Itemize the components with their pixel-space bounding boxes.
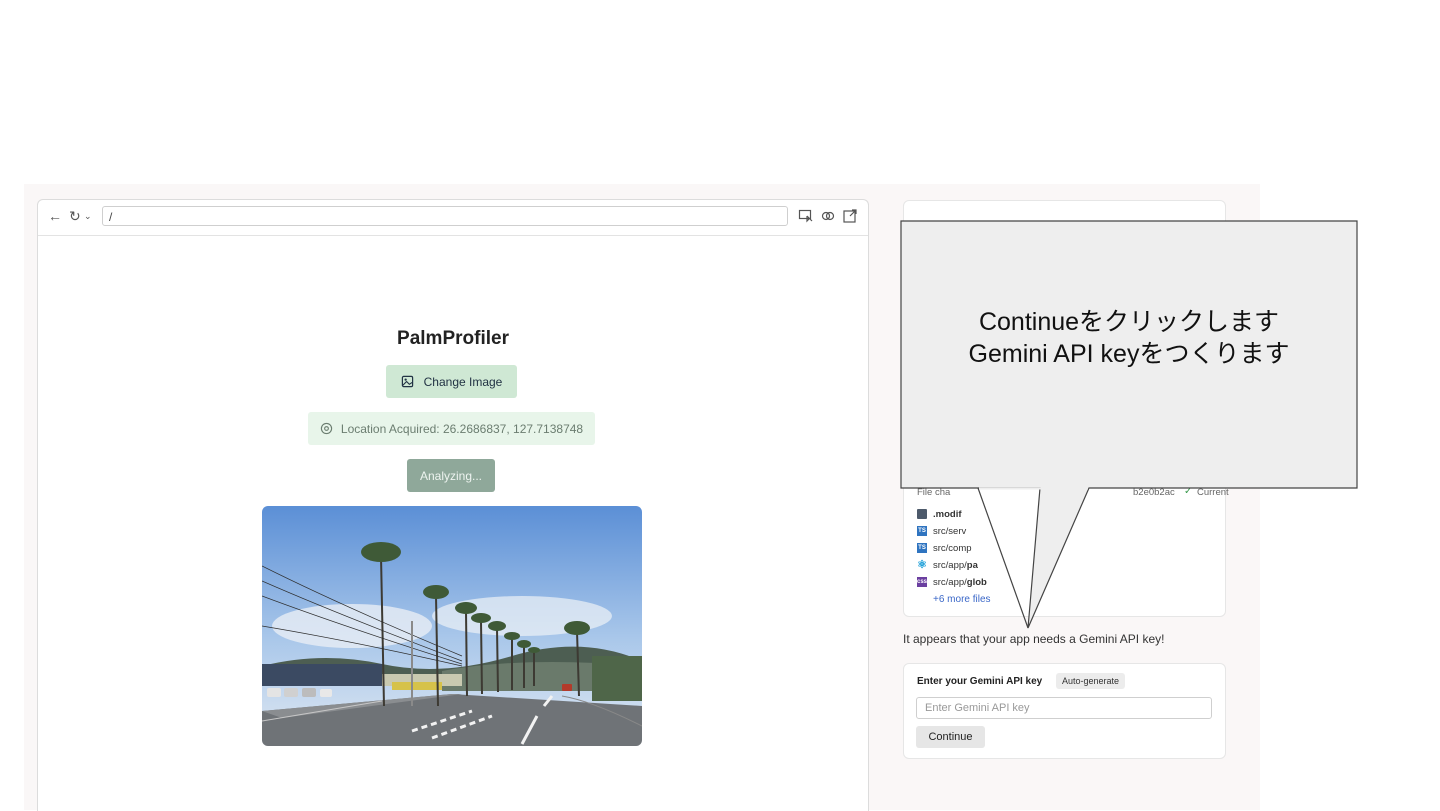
api-key-notice: It appears that your app needs a Gemini … bbox=[903, 632, 1165, 646]
reload-icon[interactable]: ↻ bbox=[69, 208, 81, 224]
file-row[interactable]: .modif bbox=[917, 507, 962, 521]
location-pin-icon bbox=[320, 422, 333, 435]
location-status: Location Acquired: 26.2686837, 127.71387… bbox=[308, 412, 595, 445]
preview-pane: ← ↻ ⌄ / PalmProfiler Change Image Locati… bbox=[37, 199, 869, 811]
back-arrow-icon[interactable]: ← bbox=[48, 208, 62, 224]
analyze-button[interactable]: Analyzing... bbox=[407, 459, 495, 492]
file-icon bbox=[917, 509, 927, 519]
api-key-label: Enter your Gemini API key bbox=[917, 676, 1043, 687]
location-text: Location Acquired: 26.2686837, 127.71387… bbox=[340, 421, 584, 436]
url-input[interactable]: / bbox=[102, 206, 788, 226]
link-icon[interactable] bbox=[820, 208, 836, 224]
right-panel: File cha b2e0b2ac ✓ Current .modif TS sr… bbox=[903, 200, 1248, 810]
callout-text: Continueをクリックします Gemini API keyをつくります bbox=[900, 306, 1358, 370]
auto-generate-button[interactable]: Auto-generate bbox=[1056, 673, 1126, 689]
open-external-icon[interactable] bbox=[842, 208, 858, 224]
street-photo bbox=[262, 506, 642, 746]
files-header-label: File cha bbox=[917, 487, 951, 498]
more-files-link[interactable]: +6 more files bbox=[933, 594, 991, 605]
api-key-card: Enter your Gemini API key Auto-generate … bbox=[903, 663, 1226, 759]
commit-id: b2e0b2ac bbox=[1133, 487, 1175, 498]
api-key-input[interactable] bbox=[916, 697, 1212, 719]
change-image-label: Change Image bbox=[423, 374, 503, 389]
file-row[interactable]: css src/app/glob bbox=[917, 575, 987, 589]
file-row[interactable]: TS src/serv bbox=[917, 524, 966, 538]
check-icon: ✓ bbox=[1184, 486, 1193, 497]
continue-button[interactable]: Continue bbox=[916, 726, 985, 748]
react-icon: ⚛ bbox=[917, 559, 927, 571]
current-label: Current bbox=[1197, 487, 1229, 498]
chevron-down-icon[interactable]: ⌄ bbox=[84, 208, 92, 224]
image-icon bbox=[401, 375, 413, 388]
file-row[interactable]: ⚛ src/app/pa bbox=[917, 558, 978, 572]
files-changed-card: File cha b2e0b2ac ✓ Current .modif TS sr… bbox=[903, 200, 1229, 617]
change-image-button[interactable]: Change Image bbox=[386, 365, 517, 398]
select-element-icon[interactable] bbox=[798, 208, 814, 224]
file-row[interactable]: TS src/comp bbox=[917, 541, 972, 555]
ts-icon: TS bbox=[917, 526, 927, 536]
css-icon: css bbox=[917, 577, 928, 587]
callout-line-1: Continueをクリックします bbox=[978, 308, 1280, 336]
page-title: PalmProfiler bbox=[397, 328, 509, 349]
preview-toolbar: ← ↻ ⌄ / bbox=[38, 200, 868, 236]
ts-icon: TS bbox=[917, 543, 927, 553]
callout-line-2: Gemini API keyをつくります bbox=[968, 340, 1290, 368]
